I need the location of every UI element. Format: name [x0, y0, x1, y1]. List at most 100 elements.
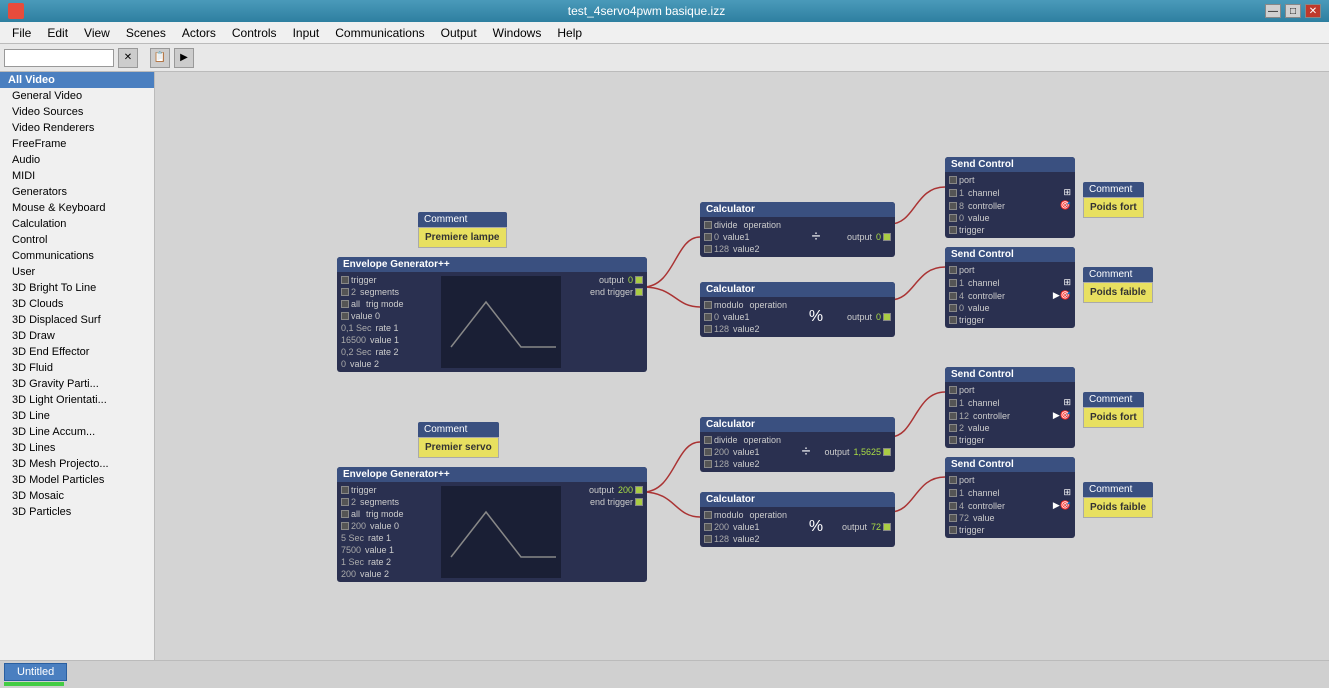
- port-all-1: [341, 300, 349, 308]
- comment-node-poids-faible-1[interactable]: Comment Poids faible: [1083, 267, 1153, 303]
- sidebar-item-3d-line-accum[interactable]: 3D Line Accum...: [0, 424, 154, 440]
- sc2-port-ctrl: [949, 292, 957, 300]
- calc1-port-out: [883, 233, 891, 241]
- sidebar-item-3d-mesh[interactable]: 3D Mesh Projecto...: [0, 456, 154, 472]
- sidebar-item-general-video[interactable]: General Video: [0, 88, 154, 104]
- envelope-node-1-body: trigger 2segments alltrig mode value 0 0…: [337, 272, 647, 372]
- sidebar-category-all-video[interactable]: All Video: [0, 72, 154, 88]
- sidebar-item-mouse-keyboard[interactable]: Mouse & Keyboard: [0, 200, 154, 216]
- tab-indicator: [4, 682, 64, 686]
- calculator-node-3[interactable]: Calculator divideoperation 200value1 128…: [700, 417, 895, 472]
- clear-search-button[interactable]: ✕: [118, 48, 138, 68]
- toolbar-icon-1[interactable]: 📋: [150, 48, 170, 68]
- port-val0-1: [341, 312, 349, 320]
- menu-input[interactable]: Input: [285, 24, 328, 42]
- comment-body-servo: Premier servo: [418, 437, 499, 458]
- comment-node-servo[interactable]: Comment Premier servo: [418, 422, 499, 458]
- sidebar-item-3d-displaced[interactable]: 3D Displaced Surf: [0, 312, 154, 328]
- comment-header-pf2: Comment: [1083, 392, 1144, 407]
- calc3-port-op: [704, 436, 712, 444]
- send-control-2-body: port 1channel⊞ 4controller▶🎯 0value trig…: [945, 262, 1075, 328]
- sc3-port-trig: [949, 436, 957, 444]
- send-control-node-1[interactable]: Send Control port 1channel⊞ 8controller🎯…: [945, 157, 1075, 238]
- menu-actors[interactable]: Actors: [174, 24, 224, 42]
- maximize-button[interactable]: □: [1285, 4, 1301, 18]
- send-control-4-header: Send Control: [945, 457, 1075, 472]
- calculator-node-2[interactable]: Calculator modulooperation 0value1 128va…: [700, 282, 895, 337]
- sidebar-item-generators[interactable]: Generators: [0, 184, 154, 200]
- titlebar: test_4servo4pwm basique.izz — □ ✕: [0, 0, 1329, 22]
- minimize-button[interactable]: —: [1265, 4, 1281, 18]
- sidebar-item-audio[interactable]: Audio: [0, 152, 154, 168]
- menu-help[interactable]: Help: [549, 24, 590, 42]
- toolbar-icon-2[interactable]: ▶: [174, 48, 194, 68]
- sc4-port-ctrl: [949, 502, 957, 510]
- comment-node-poids-fort-2[interactable]: Comment Poids fort: [1083, 392, 1144, 428]
- calculator-node-3-header: Calculator: [700, 417, 895, 432]
- sidebar-item-3d-end[interactable]: 3D End Effector: [0, 344, 154, 360]
- canvas: Comment Premiere lampe Comment Premier s…: [155, 72, 1329, 632]
- sidebar-item-3d-mosaic[interactable]: 3D Mosaic: [0, 488, 154, 504]
- calc1-port-v1: [704, 233, 712, 241]
- canvas-area[interactable]: Comment Premiere lampe Comment Premier s…: [155, 72, 1329, 660]
- env2-port-seg: [341, 498, 349, 506]
- comment-header-pfaible2: Comment: [1083, 482, 1153, 497]
- comment-header-pf1: Comment: [1083, 182, 1144, 197]
- menu-edit[interactable]: Edit: [39, 24, 76, 42]
- menu-output[interactable]: Output: [433, 24, 485, 42]
- send-control-1-body: port 1channel⊞ 8controller🎯 0value trigg…: [945, 172, 1075, 238]
- content-area: All Video General Video Video Sources Vi…: [0, 72, 1329, 660]
- sidebar-item-3d-particles[interactable]: 3D Particles: [0, 504, 154, 520]
- close-button[interactable]: ✕: [1305, 4, 1321, 18]
- send-control-2-header: Send Control: [945, 247, 1075, 262]
- sidebar-item-3d-draw[interactable]: 3D Draw: [0, 328, 154, 344]
- sc3-port-chan: [949, 399, 957, 407]
- env2-port-out: [635, 486, 643, 494]
- send-control-3-header: Send Control: [945, 367, 1075, 382]
- search-input[interactable]: [4, 49, 114, 67]
- menu-file[interactable]: File: [4, 24, 39, 42]
- comment-node-lampe[interactable]: Comment Premiere lampe: [418, 212, 507, 248]
- sidebar-item-communications[interactable]: Communications: [0, 248, 154, 264]
- sidebar-item-3d-model[interactable]: 3D Model Particles: [0, 472, 154, 488]
- sidebar-item-calculation[interactable]: Calculation: [0, 216, 154, 232]
- send-control-node-3[interactable]: Send Control port 1channel⊞ 12controller…: [945, 367, 1075, 448]
- sidebar-item-video-renderers[interactable]: Video Renderers: [0, 120, 154, 136]
- sidebar-item-video-sources[interactable]: Video Sources: [0, 104, 154, 120]
- menu-controls[interactable]: Controls: [224, 24, 285, 42]
- menu-scenes[interactable]: Scenes: [118, 24, 174, 42]
- sidebar-item-control[interactable]: Control: [0, 232, 154, 248]
- envelope-node-1[interactable]: Envelope Generator++ trigger 2segments a…: [337, 257, 647, 372]
- sidebar-item-midi[interactable]: MIDI: [0, 168, 154, 184]
- sidebar-item-3d-light[interactable]: 3D Light Orientati...: [0, 392, 154, 408]
- connections-svg: [155, 72, 1329, 632]
- comment-body-pf1: Poids fort: [1083, 197, 1144, 218]
- menu-communications[interactable]: Communications: [327, 24, 432, 42]
- sidebar-item-3d-bright[interactable]: 3D Bright To Line: [0, 280, 154, 296]
- calculator-node-1-body: divideoperation 0value1 128value2 ÷ outp…: [700, 217, 895, 257]
- menu-windows[interactable]: Windows: [485, 24, 550, 42]
- sidebar-item-user[interactable]: User: [0, 264, 154, 280]
- tab-untitled[interactable]: Untitled: [4, 663, 67, 681]
- sidebar-item-3d-clouds[interactable]: 3D Clouds: [0, 296, 154, 312]
- comment-node-poids-faible-2[interactable]: Comment Poids faible: [1083, 482, 1153, 518]
- send-control-node-2[interactable]: Send Control port 1channel⊞ 4controller▶…: [945, 247, 1075, 328]
- send-control-node-4[interactable]: Send Control port 1channel⊞ 4controller▶…: [945, 457, 1075, 538]
- toolbar: ✕ 📋 ▶: [0, 44, 1329, 72]
- menu-view[interactable]: View: [76, 24, 118, 42]
- sidebar-item-freeframe[interactable]: FreeFrame: [0, 136, 154, 152]
- main-layout: ✕ 📋 ▶ All Video General Video Video Sour…: [0, 44, 1329, 660]
- calculator-node-2-header: Calculator: [700, 282, 895, 297]
- sidebar-item-3d-gravity[interactable]: 3D Gravity Parti...: [0, 376, 154, 392]
- sidebar-item-3d-lines[interactable]: 3D Lines: [0, 440, 154, 456]
- sc3-port-val: [949, 424, 957, 432]
- port-trigger-in-1: [341, 276, 349, 284]
- comment-body-pfaible2: Poids faible: [1083, 497, 1153, 518]
- calculator-node-4[interactable]: Calculator modulooperation 200value1 128…: [700, 492, 895, 547]
- envelope-node-2[interactable]: Envelope Generator++ trigger 2segments a…: [337, 467, 647, 582]
- comment-node-poids-fort-1[interactable]: Comment Poids fort: [1083, 182, 1144, 218]
- sidebar-item-3d-fluid[interactable]: 3D Fluid: [0, 360, 154, 376]
- calculator-node-1[interactable]: Calculator divideoperation 0value1 128va…: [700, 202, 895, 257]
- sidebar-item-3d-line[interactable]: 3D Line: [0, 408, 154, 424]
- port-endtrig-1: [635, 288, 643, 296]
